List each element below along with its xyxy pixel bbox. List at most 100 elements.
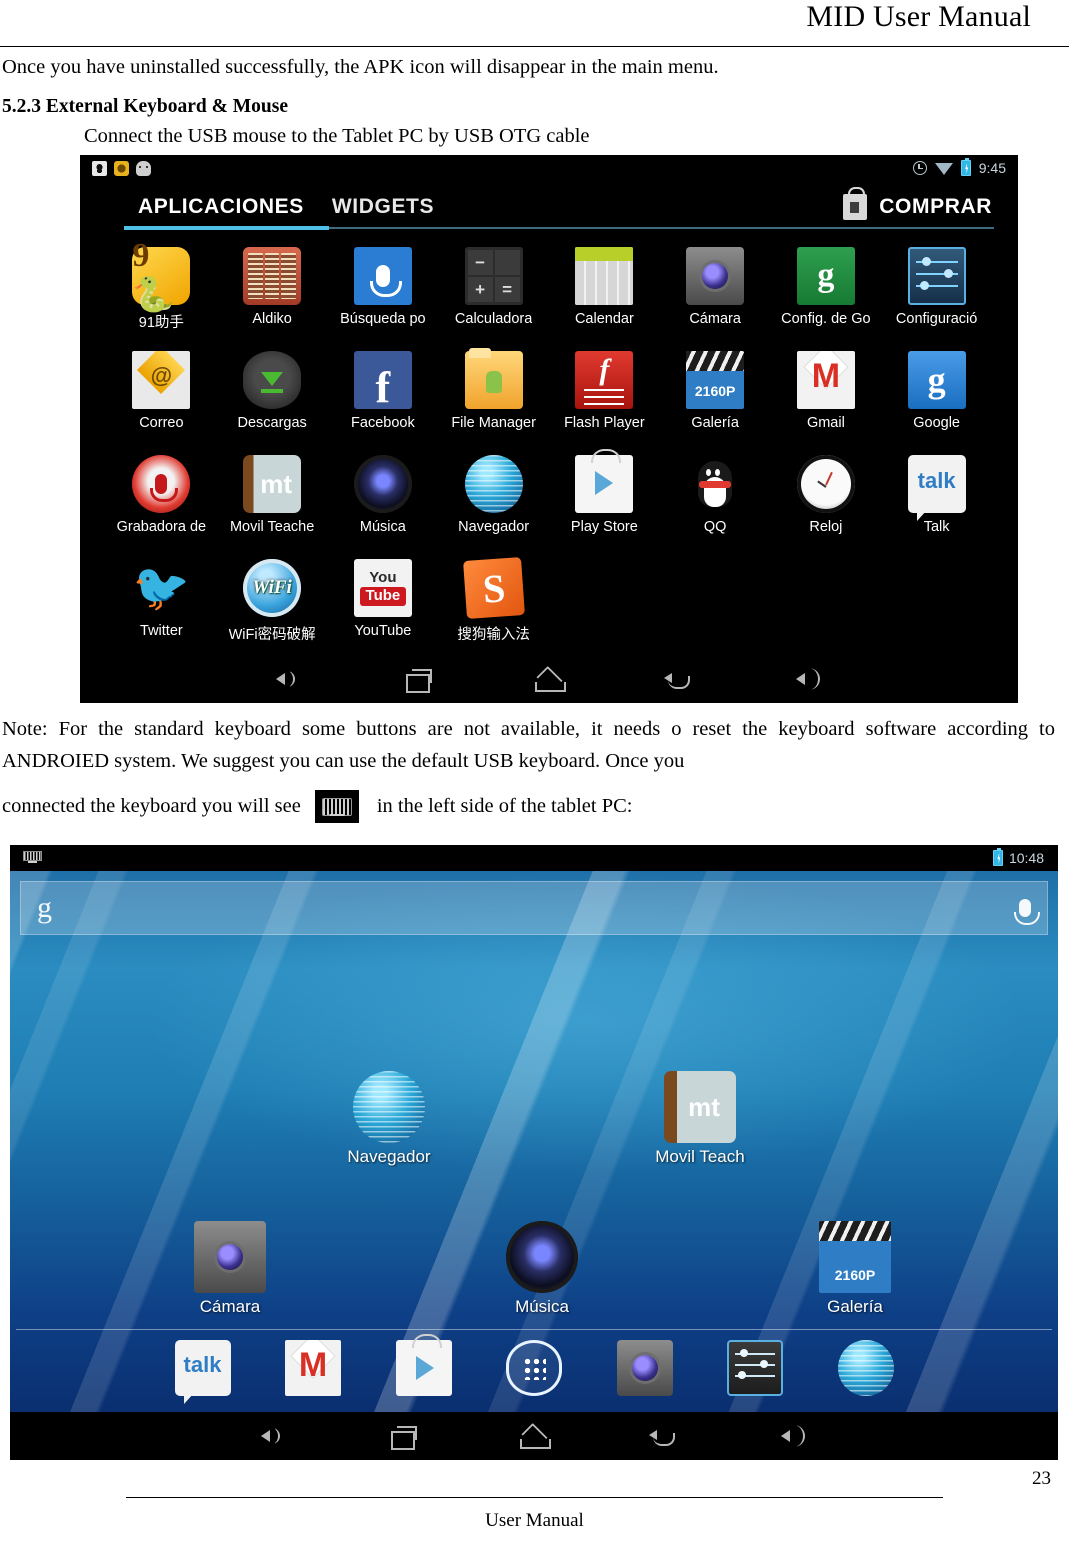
app-cell[interactable]: Aldiko	[217, 241, 328, 341]
home-shortcut[interactable]: mt Movil Teach	[635, 1071, 765, 1167]
dock-browser-icon[interactable]	[837, 1340, 894, 1396]
app-cell[interactable]: Búsqueda po	[328, 241, 439, 341]
home-gallery-icon: 2160P	[819, 1221, 891, 1293]
app-cell[interactable]: Correo	[106, 345, 217, 445]
app-label: Búsqueda po	[340, 311, 426, 327]
app-label: Calendar	[574, 311, 634, 327]
app-cell[interactable]: Descargas	[217, 345, 328, 445]
app-label: WiFi密码破解	[228, 627, 316, 643]
google-logo-icon: g	[37, 891, 52, 924]
dock-all-apps-button[interactable]	[506, 1340, 562, 1396]
app-cell[interactable]: Play Store	[549, 449, 660, 549]
tab-aplicaciones[interactable]: APLICACIONES	[124, 195, 318, 219]
app-label: Gmail	[806, 415, 845, 431]
app-cell[interactable]: Cámara	[660, 241, 771, 341]
app-cell[interactable]: 🐦 Twitter	[106, 553, 217, 653]
app-label: Twitter	[140, 623, 183, 639]
note-icon-line: connected the keyboard you will see in t…	[2, 790, 633, 823]
app-cell[interactable]: File Manager	[438, 345, 549, 445]
app-cell[interactable]: talk Talk	[881, 449, 992, 549]
battery-charging-icon	[992, 848, 1003, 866]
app-label: Navegador	[458, 519, 530, 535]
app-cell[interactable]: g Config. de Go	[771, 241, 882, 341]
home-status-right-icons: 10:48	[992, 848, 1044, 866]
app-cell[interactable]: − + = Calculadora	[438, 241, 549, 341]
manual-title: MID User Manual	[806, 0, 1031, 33]
app-youtube-icon: You Tube	[353, 559, 412, 617]
home-status-left-icons	[24, 852, 41, 864]
volume-down-button[interactable]	[257, 1421, 291, 1451]
dock-play-store-icon[interactable]	[395, 1334, 452, 1396]
status-right-icons: 9:45	[912, 158, 1006, 176]
app-cell[interactable]: Calendar	[549, 241, 660, 341]
app-cell[interactable]: mt Movil Teache	[217, 449, 328, 549]
recent-apps-button[interactable]	[387, 1421, 421, 1451]
drawer-status-bar: 9:45	[80, 155, 1018, 181]
dock-camera-icon[interactable]	[616, 1340, 673, 1396]
app-label: Música	[359, 519, 406, 535]
app-label: Movil Teache	[229, 519, 315, 535]
home-shortcut[interactable]: 2160P Galería	[790, 1221, 920, 1317]
app-label: Play Store	[570, 519, 638, 535]
shopping-bag-icon	[843, 187, 868, 220]
volume-up-button[interactable]	[792, 664, 826, 694]
volume-up-button[interactable]	[777, 1421, 811, 1451]
wallpaper: g Navegador mt Movil Teach Cámara Música 2160…	[10, 871, 1058, 1412]
app-cell[interactable]: Música	[328, 449, 439, 549]
back-button[interactable]	[662, 664, 696, 694]
home-navigation-bar	[10, 1412, 1058, 1460]
home-status-clock: 10:48	[1008, 850, 1044, 866]
app-cell[interactable]: g Google	[881, 345, 992, 445]
home-shortcut[interactable]: Cámara	[165, 1221, 295, 1317]
app-aldiko-icon	[243, 247, 302, 305]
tab-underline	[124, 226, 994, 230]
app-cell[interactable]: Grabadora de	[106, 449, 217, 549]
microphone-icon[interactable]	[1014, 899, 1040, 925]
app-cell[interactable]: Configuració	[881, 241, 992, 341]
section-heading: 5.2.3 External Keyboard & Mouse	[2, 96, 288, 117]
app-label: Facebook	[351, 415, 415, 431]
app-cell[interactable]: S 搜狗输入法	[438, 553, 549, 653]
app-cell[interactable]: 9🐍 91助手	[106, 237, 217, 341]
app-facebook-icon: f	[353, 351, 412, 410]
dock: talk	[10, 1330, 1058, 1406]
app-cell[interactable]: f Facebook	[328, 345, 439, 445]
app-label: YouTube	[354, 623, 412, 639]
keyboard-icon	[314, 790, 359, 823]
app-cell[interactable]: You Tube YouTube	[328, 553, 439, 653]
app-cell[interactable]: Gmail	[771, 345, 882, 445]
home-movil-teacher-icon: mt	[664, 1071, 736, 1143]
app-movil-teacher-icon: mt	[243, 455, 302, 513]
app-cell[interactable]: 2160P Galería	[660, 345, 771, 445]
dock-settings-icon[interactable]	[727, 1340, 783, 1396]
app-label: Aldiko	[252, 311, 292, 327]
home-button[interactable]	[532, 664, 566, 694]
intro-paragraph: Once you have uninstalled successfully, …	[2, 56, 719, 78]
app-cell[interactable]: QQ	[660, 449, 771, 549]
app-clock-icon	[796, 455, 855, 513]
dock-gmail-icon[interactable]	[285, 1340, 341, 1396]
google-search-widget[interactable]: g	[20, 881, 1048, 935]
app-cell[interactable]: Reloj	[771, 449, 882, 549]
home-button[interactable]	[517, 1421, 551, 1451]
dock-talk-icon[interactable]: talk	[174, 1340, 231, 1404]
tab-active-indicator	[124, 226, 329, 230]
section-instruction: Connect the USB mouse to the Tablet PC b…	[84, 125, 590, 147]
home-shortcut[interactable]: Música	[477, 1221, 607, 1317]
app-label: File Manager	[451, 415, 536, 431]
tab-widgets[interactable]: WIDGETS	[318, 195, 448, 219]
back-button[interactable]	[647, 1421, 681, 1451]
recent-apps-button[interactable]	[402, 664, 436, 694]
shop-button[interactable]: COMPRAR	[843, 187, 992, 220]
volume-down-button[interactable]	[272, 664, 306, 694]
app-label: Galería	[691, 415, 739, 431]
app-cell[interactable]: WiFi WiFi密码破解	[217, 553, 328, 653]
app-gmail-icon	[796, 351, 855, 409]
app-sound-recorder-icon	[132, 455, 191, 513]
app-play-store-icon	[575, 449, 634, 513]
app-downloads-icon	[243, 351, 302, 409]
app-cell[interactable]: Flash Player	[549, 345, 660, 445]
home-shortcut[interactable]: Navegador	[324, 1071, 454, 1167]
app-cell[interactable]: Navegador	[438, 449, 549, 549]
app-grid: 9🐍 91助手 Aldiko Búsqueda po − + = Calculadora Cal…	[106, 237, 992, 653]
